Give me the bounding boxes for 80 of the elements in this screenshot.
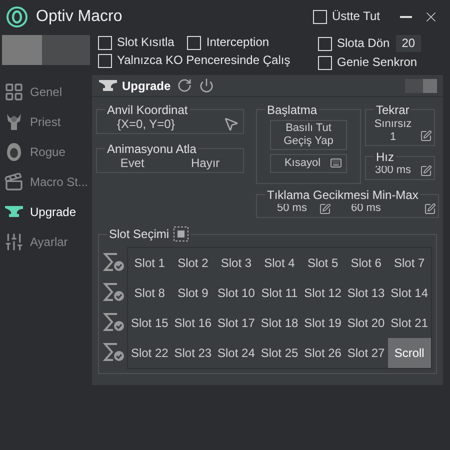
helmet-figure-icon: [4, 112, 24, 132]
sum-check-icon: [103, 282, 125, 302]
slot-item[interactable]: Slot 4: [258, 248, 302, 278]
toggle-switch[interactable]: [2, 35, 90, 65]
panel-title: Upgrade: [122, 78, 171, 94]
refresh-icon[interactable]: [176, 78, 192, 93]
sliders-icon: [4, 232, 24, 252]
checkbox-label: Genie Senkron: [337, 55, 418, 70]
slot-item[interactable]: Slot 25: [258, 338, 302, 368]
coordinate-value: {X=0, Y=0}: [117, 116, 175, 132]
anvil-icon: [98, 78, 118, 94]
power-icon[interactable]: [198, 78, 214, 93]
slot-item[interactable]: Slot 8: [128, 278, 172, 308]
checkbox[interactable]: [187, 36, 202, 50]
slot-item[interactable]: Slot 19: [301, 308, 344, 338]
checkbox[interactable]: [98, 36, 112, 50]
checkbox[interactable]: [312, 10, 327, 24]
edit-icon[interactable]: [318, 202, 331, 214]
slot-item[interactable]: Slot 22: [128, 338, 172, 368]
slot-item[interactable]: Slot 11: [258, 278, 302, 308]
sum-check-icon: [103, 312, 125, 332]
slot-item[interactable]: Slot 21: [388, 308, 431, 338]
grid-icon: [4, 82, 24, 102]
slot-item[interactable]: Slot 15: [128, 308, 172, 338]
slot-item[interactable]: Slot 26: [301, 338, 344, 368]
clapperboard-icon: [4, 172, 24, 192]
slot-item[interactable]: Scroll: [388, 338, 431, 368]
slot-item[interactable]: Slot 27: [344, 338, 388, 368]
slot-item[interactable]: Slot 5: [301, 248, 344, 278]
option-text[interactable]: Evet: [120, 155, 144, 171]
sum-check-icon: [103, 252, 125, 272]
slot-item[interactable]: Slot 18: [258, 308, 302, 338]
anvil-icon: [4, 204, 24, 220]
slot-item[interactable]: Slot 9: [171, 278, 215, 308]
checkbox-label: Yalnızca KO Penceresinde Çalış: [117, 53, 290, 68]
slot-item[interactable]: Slot 17: [214, 308, 258, 338]
edit-icon[interactable]: [420, 164, 432, 176]
group-title: Slot Seçimi: [109, 226, 170, 243]
slot-item[interactable]: Slot 14: [388, 278, 431, 308]
app-logo-icon: [6, 6, 28, 28]
slot-item[interactable]: Slot 10: [214, 278, 258, 308]
mode-button[interactable]: Basılı Tut Geçiş Yap: [270, 120, 347, 150]
sidebar-item[interactable]: Macro St...: [0, 167, 92, 197]
slot-item[interactable]: Slot 12: [301, 278, 344, 308]
sum-check-icon: [103, 342, 125, 362]
option-text[interactable]: Hayır: [191, 155, 220, 171]
edit-icon[interactable]: [424, 202, 436, 214]
slot-item[interactable]: Slot 2: [171, 248, 215, 278]
checkbox[interactable]: [318, 56, 332, 70]
number-field[interactable]: 20: [396, 35, 422, 52]
slot-item[interactable]: Slot 16: [171, 308, 215, 338]
repeat-value: Sınırsız 1: [373, 118, 413, 144]
slot-item[interactable]: Slot 7: [388, 248, 431, 278]
slot-item[interactable]: Slot 6: [344, 248, 388, 278]
checkbox-label: Slota Dön: [337, 36, 390, 51]
checkbox[interactable]: [318, 36, 332, 50]
select-all-icon[interactable]: [173, 226, 190, 242]
sidebar-item[interactable]: Genel: [0, 77, 92, 107]
sidebar-item[interactable]: Priest: [0, 107, 92, 137]
sidebar-item[interactable]: Rogue: [0, 137, 92, 167]
sidebar-item[interactable]: Upgrade: [0, 197, 92, 227]
minimize-icon: [400, 16, 412, 18]
sidebar-item[interactable]: Ayarlar: [0, 227, 92, 257]
slot-item[interactable]: Slot 13: [344, 278, 388, 308]
cursor-icon[interactable]: [223, 116, 239, 132]
hooded-figure-icon: [4, 142, 24, 162]
slot-item[interactable]: Slot 1: [128, 248, 172, 278]
slot-item[interactable]: Slot 3: [214, 248, 258, 278]
checkbox-label: Slot Kısıtla: [117, 35, 174, 50]
edit-icon[interactable]: [420, 130, 432, 142]
slot-item[interactable]: Slot 20: [344, 308, 388, 338]
checkbox-label: Interception: [206, 35, 270, 50]
hotkey-button[interactable]: Kısayol: [270, 154, 347, 172]
slot-item[interactable]: Slot 23: [171, 338, 215, 368]
toggle-switch[interactable]: [405, 78, 437, 92]
keyboard-icon: [330, 157, 342, 170]
checkbox-label: Üstte Tut: [332, 9, 380, 24]
window-title: Optiv Macro: [36, 6, 122, 26]
checkbox[interactable]: [98, 54, 112, 68]
slot-item[interactable]: Slot 24: [214, 338, 258, 368]
